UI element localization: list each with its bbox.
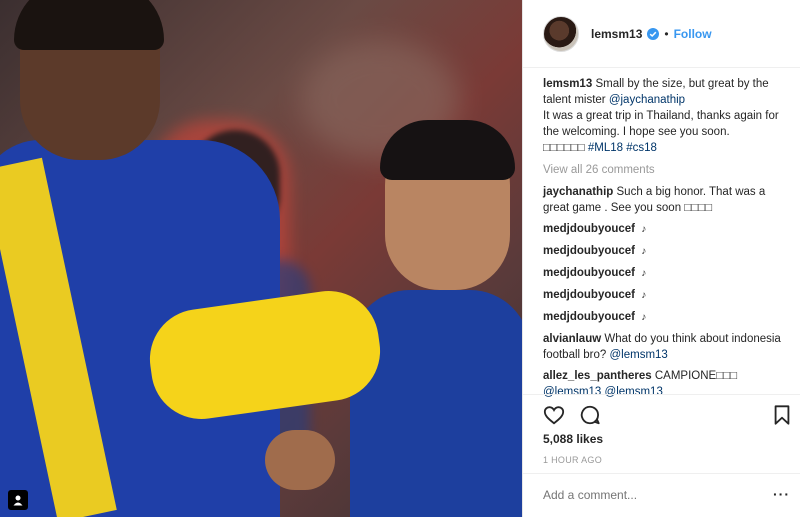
comment-username[interactable]: medjdoubyoucef bbox=[543, 267, 635, 279]
post-photo[interactable] bbox=[0, 0, 522, 517]
username-link[interactable]: lemsm13 bbox=[591, 27, 642, 41]
caption-hashtag[interactable]: #cs18 bbox=[626, 142, 657, 154]
separator: • bbox=[664, 26, 669, 41]
photo-right-player-hair bbox=[380, 120, 515, 180]
comment-icon[interactable] bbox=[579, 404, 601, 426]
comment-username[interactable]: allez_les_pantheres bbox=[543, 370, 652, 382]
caption-username[interactable]: lemsm13 bbox=[543, 78, 592, 90]
tagged-user-icon[interactable] bbox=[8, 490, 28, 510]
comment-text: ♪ bbox=[641, 312, 647, 323]
photo-handshake bbox=[265, 430, 335, 490]
add-comment-input[interactable] bbox=[543, 488, 743, 502]
caption-mention[interactable]: @jaychanathip bbox=[609, 94, 685, 106]
comment: jaychanathip Such a big honor. That was … bbox=[543, 184, 792, 216]
follow-button[interactable]: Follow bbox=[674, 27, 712, 41]
post-timestamp: 1 HOUR AGO bbox=[543, 455, 603, 465]
caption-text-2: It was a great trip in Thailand, thanks … bbox=[543, 110, 779, 138]
comment-text: CAMPIONE□□□ bbox=[654, 370, 738, 382]
comment: medjdoubyoucef ♪ bbox=[543, 243, 792, 260]
comment: alvianlauw What do you think about indon… bbox=[543, 331, 792, 363]
comment: medjdoubyoucef ♪ bbox=[543, 309, 792, 326]
comment-username[interactable]: jaychanathip bbox=[543, 186, 613, 198]
comment-list: lemsm13 Small by the size, but great by … bbox=[543, 76, 792, 405]
caption-emoji: □□□□□□ bbox=[543, 142, 585, 154]
comment-username[interactable]: alvianlauw bbox=[543, 333, 601, 345]
post-header: lemsm13 • Follow bbox=[523, 0, 800, 68]
heart-icon[interactable] bbox=[543, 404, 565, 426]
comment: medjdoubyoucef ♪ bbox=[543, 221, 792, 238]
caption: lemsm13 Small by the size, but great by … bbox=[543, 76, 792, 156]
more-options-icon[interactable]: ··· bbox=[773, 486, 790, 502]
likes-count[interactable]: 5,088 likes bbox=[543, 432, 603, 446]
comment-username[interactable]: medjdoubyoucef bbox=[543, 245, 635, 257]
comment: medjdoubyoucef ♪ bbox=[543, 287, 792, 304]
comment-username[interactable]: medjdoubyoucef bbox=[543, 223, 635, 235]
action-bar bbox=[523, 394, 800, 435]
photo-left-player-hair bbox=[14, 0, 164, 50]
comment-text: ♪ bbox=[641, 246, 647, 257]
comment-username[interactable]: medjdoubyoucef bbox=[543, 289, 635, 301]
avatar[interactable] bbox=[543, 15, 579, 52]
comment-mention[interactable]: @lemsm13 bbox=[610, 349, 668, 361]
comment-text: ♪ bbox=[641, 290, 647, 301]
comment-text: ♪ bbox=[641, 224, 647, 235]
post-sidebar: lemsm13 • Follow lemsm13 Small by the si… bbox=[522, 0, 800, 517]
caption-hashtag[interactable]: #ML18 bbox=[588, 142, 623, 154]
comment-username[interactable]: medjdoubyoucef bbox=[543, 311, 635, 323]
view-all-comments-link[interactable]: View all 26 comments bbox=[543, 162, 792, 178]
verified-badge-icon bbox=[647, 27, 660, 40]
bookmark-icon[interactable] bbox=[771, 404, 793, 426]
comment: medjdoubyoucef ♪ bbox=[543, 265, 792, 282]
add-comment-bar: ··· bbox=[523, 473, 800, 518]
comment-text: ♪ bbox=[641, 268, 647, 279]
